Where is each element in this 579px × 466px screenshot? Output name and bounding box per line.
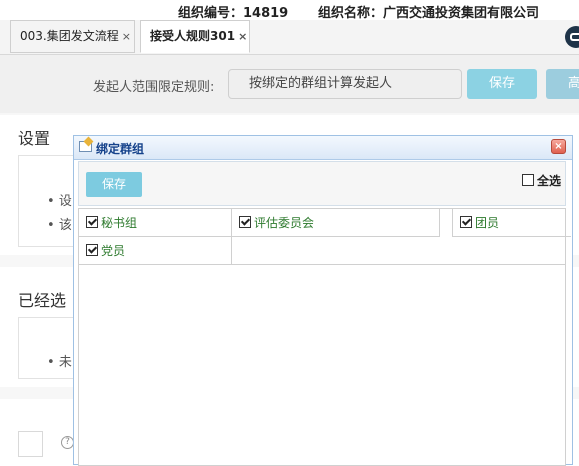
- group-item-secretary[interactable]: 秘书组: [79, 209, 232, 237]
- checkbox-checked-icon[interactable]: [460, 216, 472, 228]
- initiator-rule-label: 发起人范围限定规则:: [93, 80, 215, 95]
- group-item-league-member[interactable]: 团员: [452, 209, 571, 237]
- org-name: 组织名称：广西交通投资集团有限公司: [318, 6, 540, 21]
- save-button[interactable]: 保存: [86, 172, 142, 197]
- tab-label: 003.集团发文流程: [20, 29, 119, 43]
- group-item-evaluation-committee[interactable]: 评估委员会: [232, 209, 440, 237]
- selected-title: 已经选: [18, 291, 67, 310]
- checkbox-icon[interactable]: [521, 174, 534, 186]
- tab-close-icon[interactable]: ×: [122, 30, 131, 43]
- edit-icon: [79, 141, 92, 152]
- app-logo-icon[interactable]: [565, 26, 579, 48]
- settings-item: 该: [47, 214, 72, 233]
- rule-row: 发起人范围限定规则: 按绑定的群组计算发起人 保存 高: [0, 55, 579, 113]
- group-label: 评估委员会: [254, 216, 315, 230]
- settings-item: 设: [47, 190, 72, 209]
- empty-cell: [232, 237, 565, 265]
- select-all-label: 全选: [536, 174, 561, 188]
- checkbox-checked-icon[interactable]: [86, 216, 98, 228]
- input-box[interactable]: [18, 431, 43, 457]
- initiator-rule-select[interactable]: 按绑定的群组计算发起人: [228, 69, 462, 99]
- group-item-party-member[interactable]: 党员: [79, 237, 232, 265]
- select-all-checkbox[interactable]: 全选: [521, 172, 561, 189]
- bind-group-dialog: 绑定群组 × 保存 全选 秘书组 评估委员会 团员 党员: [73, 135, 573, 466]
- checkbox-checked-icon[interactable]: [239, 216, 251, 228]
- group-grid: 秘书组 评估委员会 团员 党员: [78, 208, 571, 466]
- org-code: 组织编号：14819: [178, 6, 289, 21]
- org-info-bar: 组织编号：14819 组织名称：广西交通投资集团有限公司: [0, 0, 579, 21]
- close-icon[interactable]: ×: [551, 139, 566, 154]
- dialog-header: 绑定群组 ×: [74, 136, 572, 160]
- rule-save-button[interactable]: 保存: [467, 69, 537, 99]
- group-label: 团员: [475, 216, 500, 230]
- settings-title: 设置: [18, 129, 51, 148]
- tab-document-flow[interactable]: 003.集团发文流程 ×: [10, 20, 135, 53]
- dialog-title: 绑定群组: [96, 142, 145, 156]
- dialog-toolbar: 保存 全选: [78, 161, 566, 206]
- tab-receiver-rule[interactable]: 接受人规则301 ×: [140, 20, 250, 53]
- tab-label: 接受人规则301: [150, 29, 236, 43]
- advanced-button[interactable]: 高: [546, 69, 579, 99]
- tab-bar: 003.集团发文流程 × 接受人规则301 ×: [0, 20, 579, 55]
- tab-close-icon[interactable]: ×: [238, 30, 247, 43]
- group-label: 秘书组: [101, 216, 138, 230]
- checkbox-checked-icon[interactable]: [86, 244, 98, 256]
- selected-item: 未: [47, 351, 72, 370]
- group-label: 党员: [101, 244, 126, 258]
